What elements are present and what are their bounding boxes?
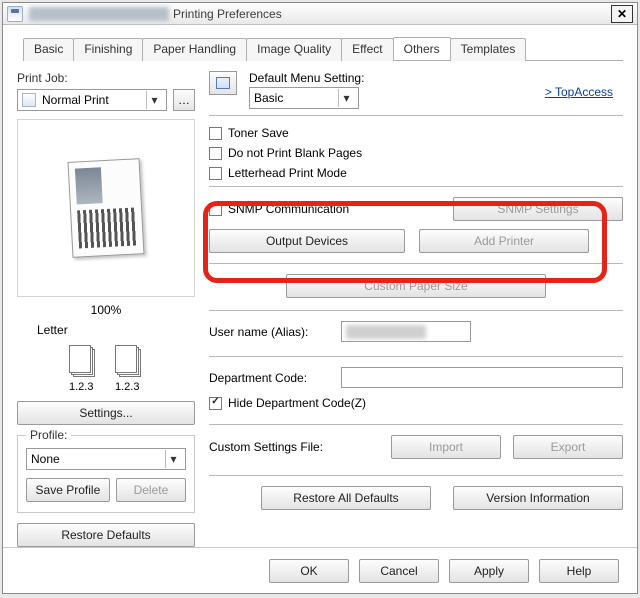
tab-effect[interactable]: Effect (341, 38, 393, 61)
chevron-down-icon: ▾ (338, 89, 354, 107)
print-preview (17, 119, 195, 297)
blank-pages-checkbox[interactable] (209, 147, 222, 160)
user-name-input[interactable] (341, 321, 471, 342)
snmp-settings-button[interactable]: SNMP Settings (453, 197, 623, 221)
tab-strip: Basic Finishing Paper Handling Image Qua… (23, 37, 623, 61)
collate-icon-b: 1.2.3 (115, 345, 143, 379)
collation-icons: 1.2.3 1.2.3 (17, 345, 195, 379)
custom-settings-label: Custom Settings File: (209, 440, 339, 454)
toner-save-checkbox[interactable] (209, 127, 222, 140)
default-menu-dropdown[interactable]: Basic ▾ (249, 87, 359, 109)
hide-dept-label: Hide Department Code(Z) (228, 396, 366, 410)
titlebar: Printing Preferences ✕ (3, 3, 637, 25)
help-button[interactable]: Help (539, 559, 619, 583)
print-job-more-button[interactable]: … (173, 89, 195, 111)
import-button[interactable]: Import (391, 435, 501, 459)
collate-icon-a: 1.2.3 (69, 345, 97, 379)
cancel-button[interactable]: Cancel (359, 559, 439, 583)
export-button[interactable]: Export (513, 435, 623, 459)
print-job-value: Normal Print (42, 93, 146, 107)
menu-setting-icon (209, 71, 237, 95)
user-name-label: User name (Alias): (209, 325, 335, 339)
settings-button[interactable]: Settings... (17, 401, 195, 425)
output-devices-button[interactable]: Output Devices (209, 229, 405, 253)
topaccess-link[interactable]: > TopAccess (545, 85, 613, 99)
tab-image-quality[interactable]: Image Quality (246, 38, 342, 61)
restore-defaults-button[interactable]: Restore Defaults (17, 523, 195, 547)
profile-dropdown[interactable]: None ▾ (26, 448, 186, 470)
toner-save-label: Toner Save (228, 126, 289, 140)
tab-basic[interactable]: Basic (23, 38, 74, 61)
restore-all-defaults-button[interactable]: Restore All Defaults (261, 486, 431, 510)
tab-paper-handling[interactable]: Paper Handling (142, 38, 247, 61)
custom-paper-size-button[interactable]: Custom Paper Size (286, 274, 546, 298)
blank-pages-label: Do not Print Blank Pages (228, 146, 362, 160)
tab-templates[interactable]: Templates (450, 38, 527, 61)
print-job-dropdown[interactable]: Normal Print ▾ (17, 89, 167, 111)
profile-value: None (31, 452, 165, 466)
letterhead-checkbox[interactable] (209, 167, 222, 180)
zoom-level: 100% (17, 303, 195, 317)
default-menu-label: Default Menu Setting: (249, 71, 389, 85)
save-profile-button[interactable]: Save Profile (26, 478, 110, 502)
profile-label: Profile: (26, 428, 71, 442)
profile-group: Profile: None ▾ Save Profile Delete (17, 435, 195, 513)
tab-finishing[interactable]: Finishing (73, 38, 143, 61)
printer-name-blur (29, 7, 169, 21)
user-name-blur (346, 325, 426, 339)
preview-page-icon (68, 158, 145, 258)
delete-profile-button[interactable]: Delete (116, 478, 186, 502)
default-menu-value: Basic (254, 91, 338, 105)
department-code-input[interactable] (341, 367, 623, 388)
print-job-label: Print Job: (17, 71, 195, 85)
department-code-label: Department Code: (209, 371, 335, 385)
chevron-down-icon: ▾ (146, 91, 162, 109)
chevron-down-icon: ▾ (165, 450, 181, 468)
print-job-icon (22, 93, 36, 107)
version-info-button[interactable]: Version Information (453, 486, 623, 510)
paper-size: Letter (37, 323, 195, 337)
hide-dept-checkbox[interactable] (209, 397, 222, 410)
add-printer-button[interactable]: Add Printer (419, 229, 589, 253)
snmp-checkbox[interactable] (209, 203, 222, 216)
snmp-label: SNMP Communication (228, 202, 428, 216)
tab-others[interactable]: Others (393, 37, 451, 60)
window-title: Printing Preferences (173, 7, 282, 21)
dialog-buttons: OK Cancel Apply Help (3, 547, 637, 593)
printer-icon (7, 6, 23, 22)
close-button[interactable]: ✕ (611, 5, 633, 23)
letterhead-label: Letterhead Print Mode (228, 166, 347, 180)
ok-button[interactable]: OK (269, 559, 349, 583)
apply-button[interactable]: Apply (449, 559, 529, 583)
